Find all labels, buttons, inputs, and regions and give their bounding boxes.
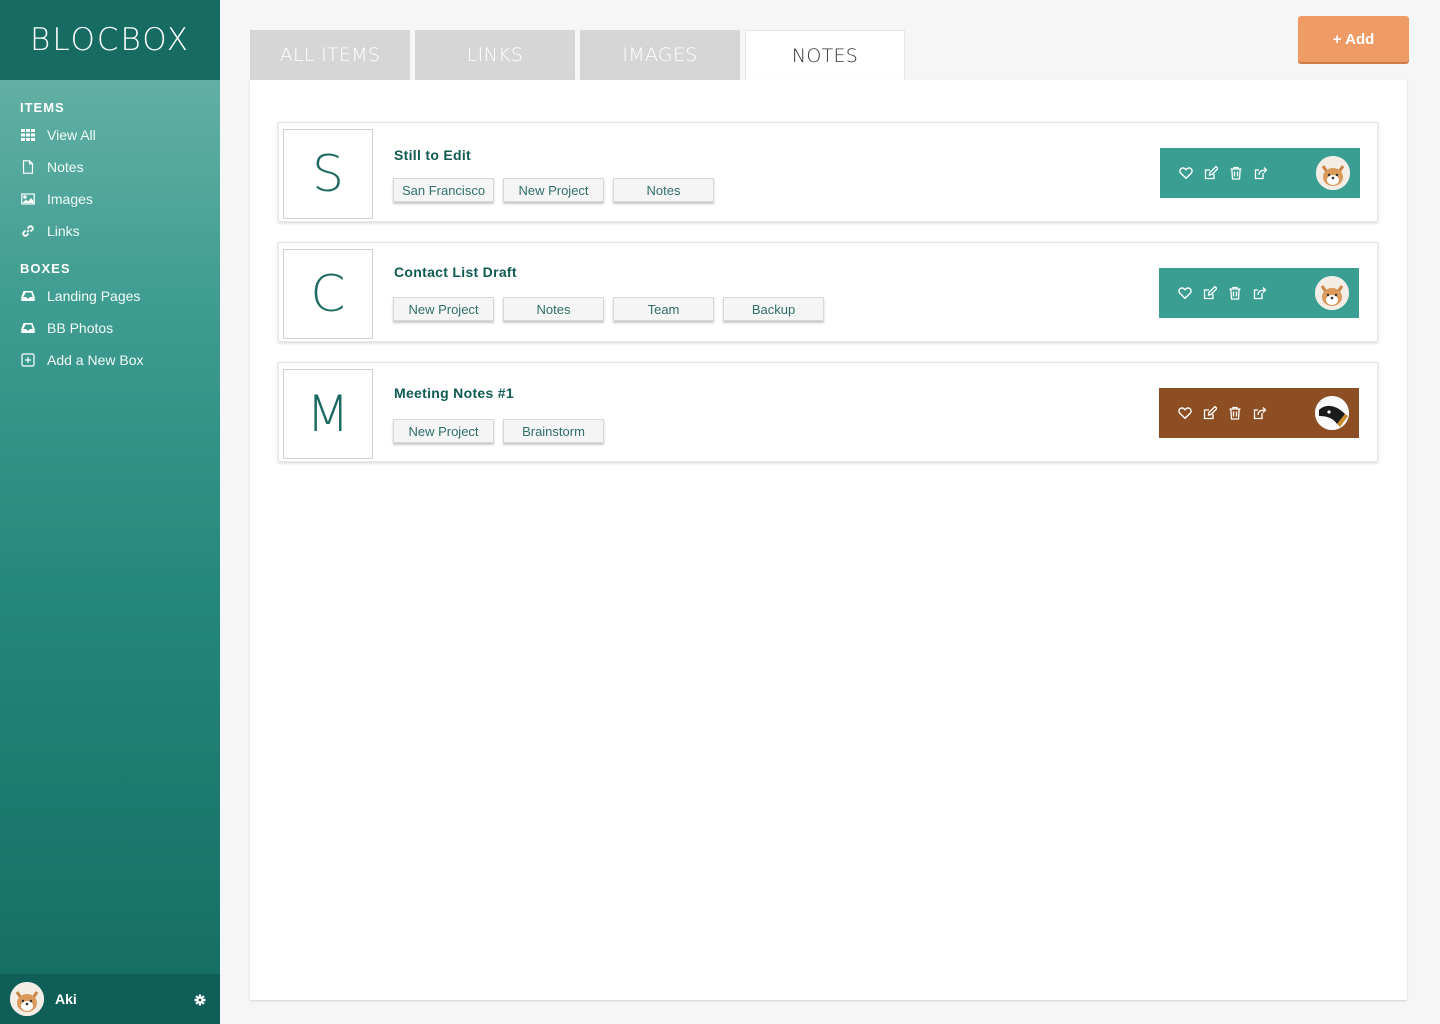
edit-icon[interactable]	[1202, 285, 1218, 301]
sidebar-item-label: Notes	[47, 159, 84, 175]
sidebar-item-label: BB Photos	[47, 320, 114, 336]
sidebar: BLOCBOX ITEMS View All Notes Images Link	[0, 0, 220, 1024]
avatar[interactable]	[10, 982, 44, 1016]
items-section-title: ITEMS	[20, 100, 65, 115]
edit-icon[interactable]	[1203, 165, 1219, 181]
note-actions	[1159, 388, 1359, 438]
note-actions	[1160, 148, 1360, 198]
tab-notes[interactable]: NOTES	[745, 30, 905, 81]
image-icon	[20, 192, 35, 207]
avatar[interactable]	[1315, 276, 1349, 310]
sidebar-item-bb-photos[interactable]: BB Photos	[0, 312, 220, 344]
sidebar-item-links[interactable]: Links	[0, 215, 220, 247]
sidebar-item-label: Landing Pages	[47, 288, 141, 304]
avatar[interactable]	[1315, 396, 1349, 430]
tab-images[interactable]: IMAGES	[580, 30, 740, 80]
tag[interactable]: New Project	[503, 178, 604, 202]
tag[interactable]: Team	[613, 297, 714, 321]
note-card[interactable]: C Contact List Draft New Project Notes T…	[278, 242, 1378, 342]
heart-icon[interactable]	[1177, 405, 1193, 421]
sidebar-item-label: Links	[47, 223, 80, 239]
note-actions	[1159, 268, 1359, 318]
note-card[interactable]: S Still to Edit San Francisco New Projec…	[278, 122, 1378, 222]
note-title[interactable]: Still to Edit	[394, 147, 471, 163]
inbox-icon	[20, 321, 35, 336]
file-icon	[20, 160, 35, 175]
edit-icon[interactable]	[1202, 405, 1218, 421]
sidebar-item-images[interactable]: Images	[0, 183, 220, 215]
heart-icon[interactable]	[1177, 285, 1193, 301]
sidebar-item-label: View All	[47, 127, 96, 143]
tag-list: San Francisco New Project Notes	[393, 178, 723, 202]
sidebar-item-add-box[interactable]: Add a New Box	[0, 344, 220, 376]
boxes-section-title: BOXES	[20, 261, 71, 276]
tag-list: New Project Brainstorm	[393, 419, 613, 443]
logo-bar: BLOCBOX	[0, 0, 220, 80]
user-bar: Aki	[0, 974, 220, 1024]
tab-links[interactable]: LINKS	[415, 30, 575, 80]
tag[interactable]: Backup	[723, 297, 824, 321]
logo[interactable]: BLOCBOX	[30, 22, 190, 58]
sidebar-item-label: Images	[47, 191, 93, 207]
plus-square-icon	[20, 353, 35, 368]
trash-icon[interactable]	[1227, 285, 1243, 301]
tag[interactable]: San Francisco	[393, 178, 494, 202]
note-card[interactable]: M Meeting Notes #1 New Project Brainstor…	[278, 362, 1378, 462]
sidebar-item-label: Add a New Box	[47, 352, 144, 368]
gear-icon[interactable]	[194, 993, 206, 1006]
trash-icon[interactable]	[1227, 405, 1243, 421]
tag[interactable]: New Project	[393, 419, 494, 443]
note-letter: C	[283, 249, 373, 339]
share-icon[interactable]	[1252, 405, 1268, 421]
add-button[interactable]: + Add	[1298, 16, 1409, 62]
avatar[interactable]	[1316, 156, 1350, 190]
grid-icon	[20, 128, 35, 143]
tag[interactable]: Brainstorm	[503, 419, 604, 443]
user-name: Aki	[55, 991, 77, 1007]
heart-icon[interactable]	[1178, 165, 1194, 181]
link-icon	[20, 224, 35, 239]
note-title[interactable]: Contact List Draft	[394, 264, 517, 280]
note-title[interactable]: Meeting Notes #1	[394, 385, 514, 401]
tag-list: New Project Notes Team Backup	[393, 297, 833, 321]
tab-all-items[interactable]: ALL ITEMS	[250, 30, 410, 80]
note-letter: S	[283, 129, 373, 219]
tab-bar: ALL ITEMS LINKS IMAGES NOTES	[250, 30, 910, 81]
sidebar-item-view-all[interactable]: View All	[0, 119, 220, 151]
tag[interactable]: New Project	[393, 297, 494, 321]
share-icon[interactable]	[1253, 165, 1269, 181]
notes-panel: S Still to Edit San Francisco New Projec…	[250, 80, 1407, 1000]
inbox-icon	[20, 289, 35, 304]
sidebar-item-landing-pages[interactable]: Landing Pages	[0, 280, 220, 312]
tag[interactable]: Notes	[503, 297, 604, 321]
tag[interactable]: Notes	[613, 178, 714, 202]
sidebar-item-notes[interactable]: Notes	[0, 151, 220, 183]
share-icon[interactable]	[1252, 285, 1268, 301]
trash-icon[interactable]	[1228, 165, 1244, 181]
note-letter: M	[283, 369, 373, 459]
